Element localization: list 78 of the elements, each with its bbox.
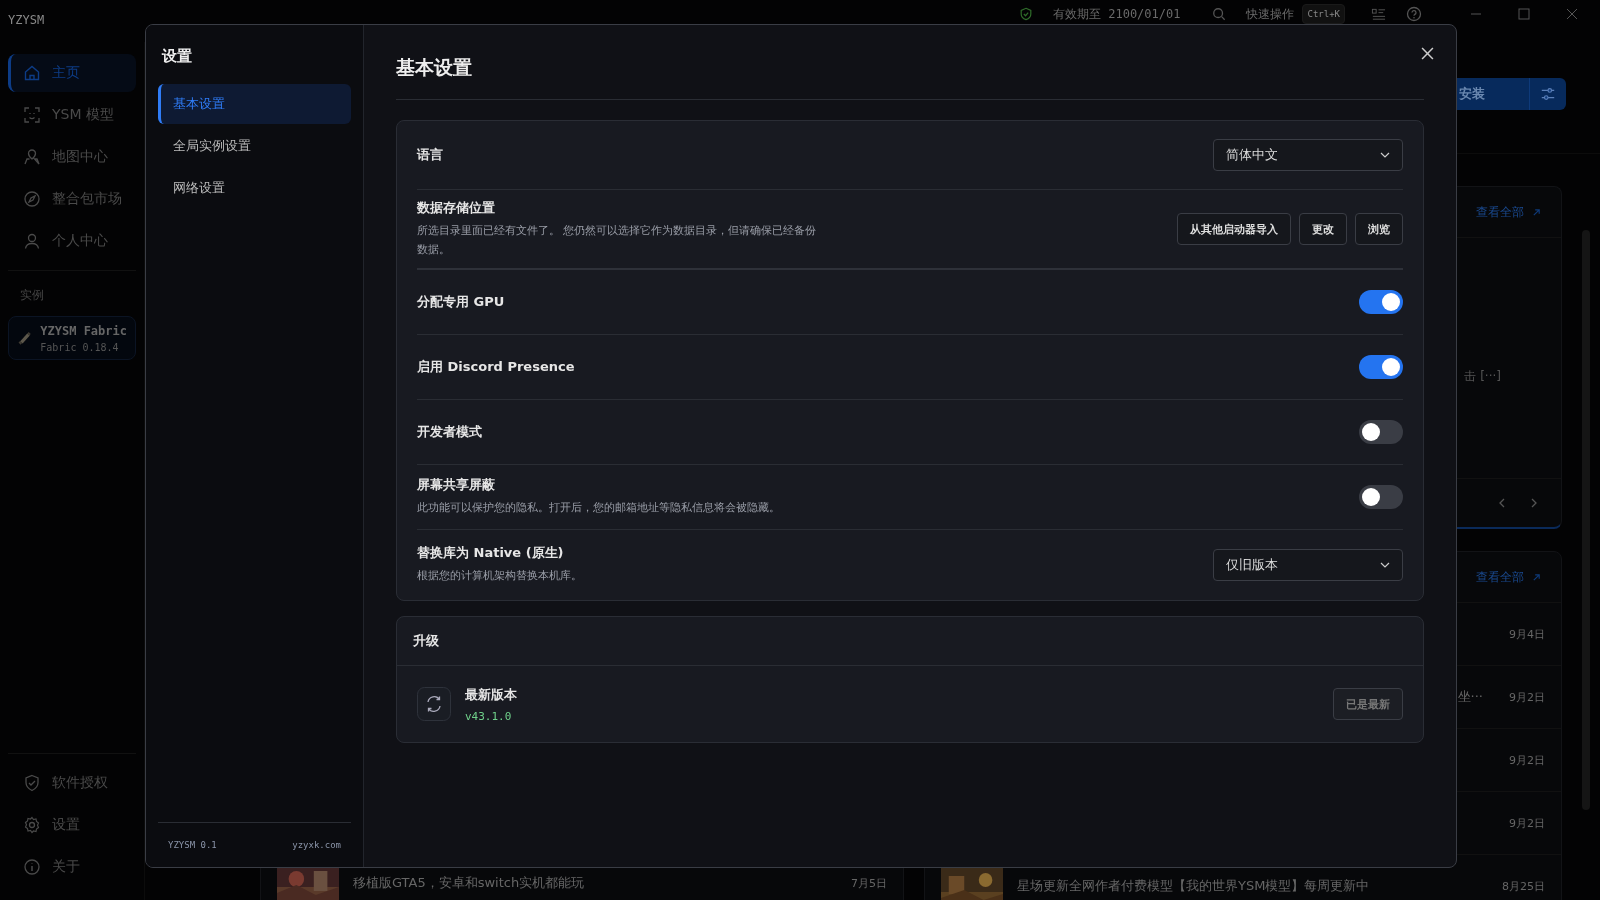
setting-title: 屏幕共享屏蔽 bbox=[417, 476, 496, 495]
face-scan-icon bbox=[23, 106, 41, 124]
sidebar-item[interactable]: 关于 bbox=[8, 848, 136, 886]
setting-description: 所选目录里面已经有文件了。 您仍然可以选择它作为数据目录，但请确保已经备份数据。 bbox=[417, 222, 818, 258]
news-date: 9月4日 bbox=[1509, 626, 1545, 642]
toggle-switch[interactable] bbox=[1359, 420, 1403, 444]
dropdown[interactable]: 仅旧版本 bbox=[1213, 549, 1403, 581]
settings-tab[interactable]: 基本设置 bbox=[158, 84, 351, 124]
toggle-switch[interactable] bbox=[1359, 355, 1403, 379]
arrow-up-right-icon bbox=[1532, 572, 1541, 582]
sidebar-item[interactable]: YSM 模型 bbox=[8, 96, 136, 134]
latest-version-label: 最新版本 bbox=[465, 685, 518, 704]
news-date: 9月2日 bbox=[1509, 689, 1545, 705]
sliders-icon bbox=[1540, 86, 1556, 102]
settings-tab[interactable]: 全局实例设置 bbox=[158, 126, 351, 166]
setting-title: 语言 bbox=[417, 146, 443, 164]
news-date: 8月25日 bbox=[1502, 878, 1545, 894]
dropdown[interactable]: 简体中文 bbox=[1213, 139, 1403, 171]
instance-version: Fabric 0.18.4 bbox=[40, 341, 120, 353]
instance-name: YZYSM Fabric bbox=[40, 323, 127, 338]
chevron-right-icon[interactable] bbox=[1529, 498, 1539, 508]
maximize-icon[interactable] bbox=[1518, 8, 1530, 20]
sidebar-item[interactable]: 设置 bbox=[8, 806, 136, 844]
chevron-left-icon[interactable] bbox=[1497, 498, 1507, 508]
setting-title: 替换库为 Native (原生) bbox=[417, 544, 565, 563]
info-icon bbox=[23, 858, 41, 876]
sidebar-item[interactable]: 个人中心 bbox=[8, 222, 136, 260]
shield-icon bbox=[23, 774, 41, 792]
version-number: v43.1.0 bbox=[465, 709, 513, 723]
section-title: 升级 bbox=[413, 632, 439, 650]
search-icon bbox=[1212, 7, 1227, 21]
snippet-text: 击 [···] bbox=[1464, 368, 1501, 385]
news-date: 9月2日 bbox=[1509, 815, 1545, 831]
version-text: YZYSM 0.1 bbox=[168, 840, 217, 850]
settings-icon bbox=[23, 816, 41, 834]
news-date: 9月2日 bbox=[1509, 752, 1545, 768]
view-all-link[interactable]: 查看全部 bbox=[1476, 568, 1524, 586]
instance-card[interactable]: YZYSM Fabric Fabric 0.18.4 bbox=[8, 316, 136, 360]
list-icon[interactable] bbox=[1371, 6, 1386, 22]
news-title: 坐··· bbox=[1457, 688, 1483, 706]
shortcut-key: Ctrl+K bbox=[1302, 4, 1345, 24]
setting-title: 分配专用 GPU bbox=[417, 293, 505, 311]
setting-description: 此功能可以保护您的隐私。打开后，您的邮箱地址等隐私信息将会被隐藏。 bbox=[417, 500, 780, 517]
news-title: 星场更新全网作者付费模型【我的世界YSM模型】每周更新中 bbox=[1017, 877, 1370, 895]
news-date: 7月5日 bbox=[851, 875, 887, 891]
shield-check-icon bbox=[1019, 7, 1033, 21]
toggle-switch[interactable] bbox=[1359, 485, 1403, 509]
compass-icon bbox=[23, 190, 41, 208]
sidebar-item[interactable]: 主页 bbox=[8, 54, 136, 92]
map-pin-icon bbox=[23, 148, 41, 166]
license-expiry: 有效期至 2100/01/01 bbox=[1053, 5, 1181, 23]
user-icon bbox=[23, 232, 41, 250]
setting-description: 根据您的计算机架构替换本机库。 bbox=[417, 568, 582, 585]
help-icon[interactable] bbox=[1406, 6, 1422, 22]
settings-tab[interactable]: 网络设置 bbox=[158, 168, 351, 208]
app-title: YZYSM bbox=[8, 13, 45, 27]
chevron-down-icon bbox=[1380, 150, 1390, 160]
action-button[interactable]: 浏览 bbox=[1355, 213, 1403, 245]
refresh-icon bbox=[417, 687, 451, 721]
arrow-up-right-icon bbox=[1532, 207, 1541, 217]
chevron-down-icon bbox=[1380, 560, 1390, 570]
view-all-link[interactable]: 查看全部 bbox=[1476, 203, 1524, 221]
setting-title: 数据存储位置 bbox=[417, 198, 496, 217]
sidebar-item[interactable]: 整合包市场 bbox=[8, 180, 136, 218]
dialog-title: 设置 bbox=[160, 47, 193, 67]
page-heading: 基本设置 bbox=[396, 55, 1424, 100]
setting-title: 启用 Discord Presence bbox=[417, 358, 575, 376]
setting-title: 开发者模式 bbox=[417, 423, 482, 441]
home-icon bbox=[23, 64, 41, 82]
action-button[interactable]: 从其他启动器导入 bbox=[1177, 213, 1291, 245]
section-label: 实例 bbox=[19, 287, 45, 304]
news-title: 移植版GTA5，安卓和switch实机都能玩 bbox=[353, 874, 585, 892]
website-link[interactable]: yzyxk.com bbox=[292, 840, 341, 850]
sidebar-item[interactable]: 地图中心 bbox=[8, 138, 136, 176]
toggle-switch[interactable] bbox=[1359, 290, 1403, 314]
sidebar-item[interactable]: 软件授权 bbox=[8, 764, 136, 802]
action-button[interactable]: 更改 bbox=[1299, 213, 1347, 245]
quick-action-button[interactable]: 快速操作 bbox=[1246, 5, 1295, 23]
